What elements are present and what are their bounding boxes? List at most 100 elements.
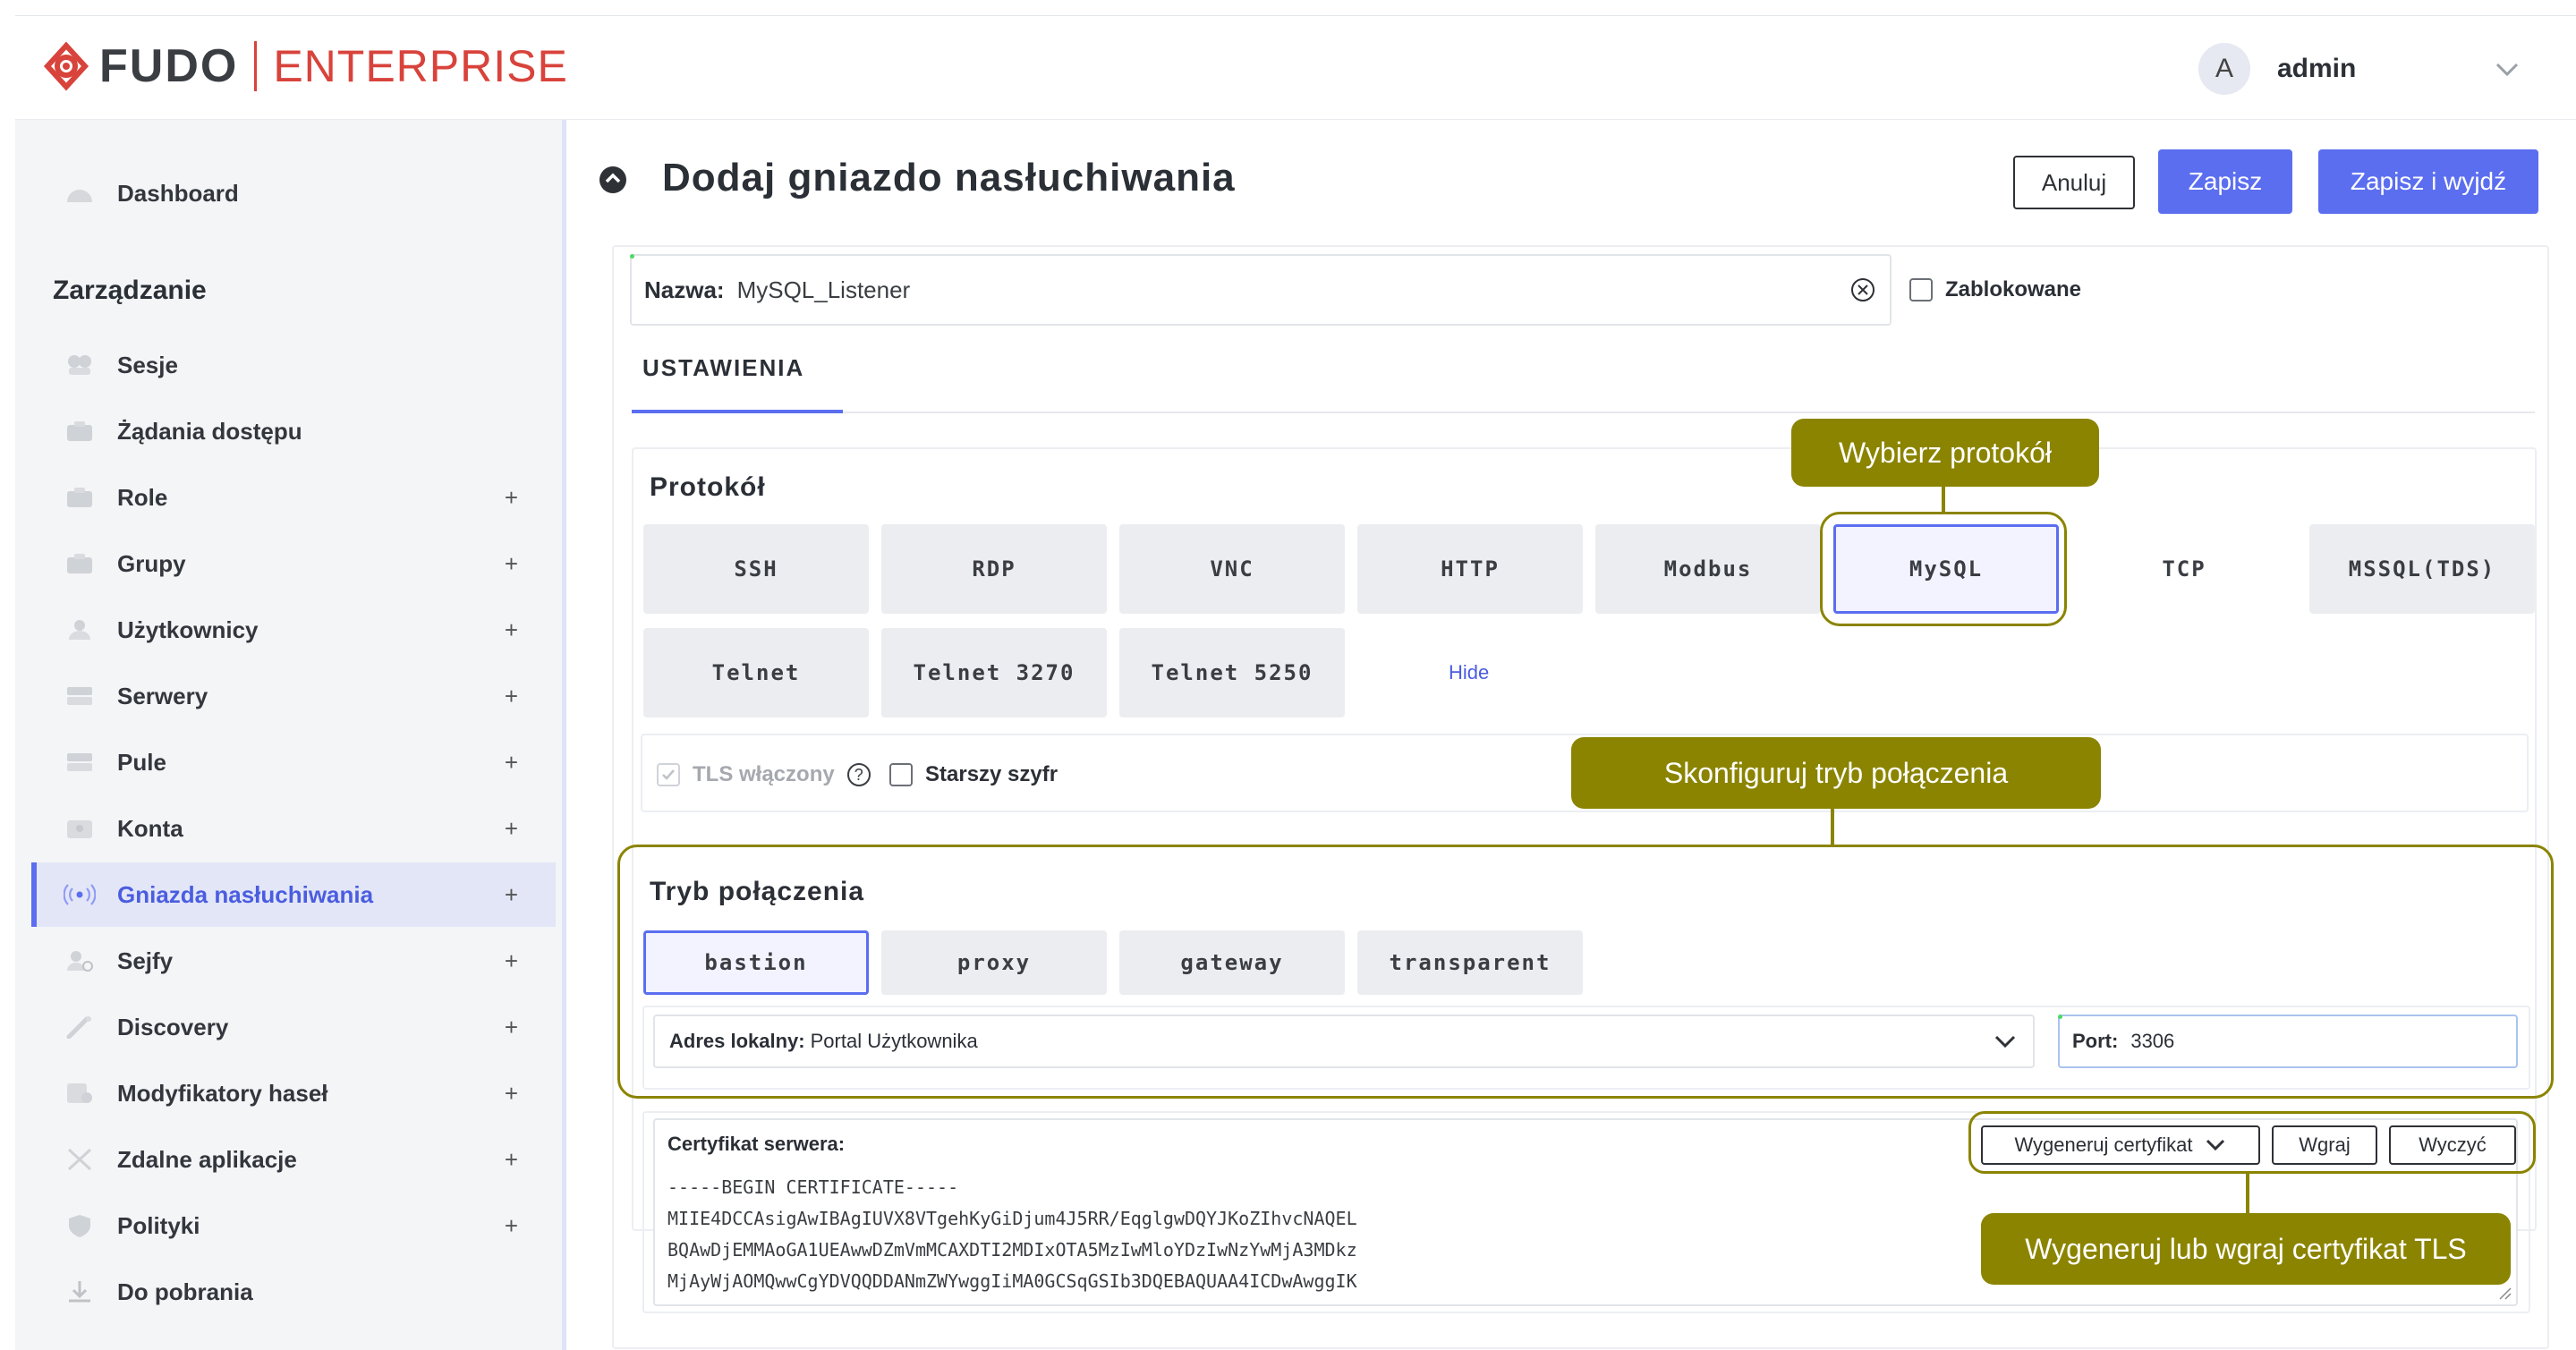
help-icon[interactable]: ?: [846, 763, 871, 786]
access-requests-icon: [62, 417, 98, 446]
add-icon[interactable]: +: [505, 1014, 518, 1041]
name-input[interactable]: MySQL_Listener: [737, 276, 1849, 304]
sidebar-item-label: Gniazda nasłuchiwania: [117, 880, 374, 908]
blocked-label: Zablokowane: [1945, 277, 2082, 301]
users-icon: [62, 616, 98, 644]
sidebar-section-title: Zarządzanie: [53, 276, 207, 305]
sidebar-item-konta[interactable]: Konta +: [31, 796, 556, 861]
save-and-exit-button[interactable]: Zapisz i wyjdź: [2318, 149, 2538, 214]
user-menu[interactable]: A admin: [2198, 43, 2522, 95]
protocol-telnet-3270[interactable]: Telnet 3270: [881, 628, 1107, 717]
protocol-tcp[interactable]: TCP: [2071, 524, 2297, 614]
add-icon[interactable]: +: [505, 1146, 518, 1174]
sidebar-item-sesje[interactable]: Sesje: [31, 333, 556, 397]
blocked-option[interactable]: Zablokowane: [1909, 277, 2081, 302]
back-icon[interactable]: [598, 165, 628, 195]
sidebar-item-serwery[interactable]: Serwery +: [31, 664, 556, 728]
sidebar-item-polityki[interactable]: Polityki +: [31, 1193, 556, 1258]
download-icon: [62, 1278, 98, 1306]
sidebar: Dashboard Zarządzanie Sesje Żądania dost…: [15, 120, 566, 1350]
add-icon[interactable]: +: [505, 484, 518, 512]
resize-handle-icon[interactable]: [2496, 1285, 2512, 1301]
sidebar-item-label: Modyfikatory haseł: [117, 1079, 328, 1107]
protocol-telnet[interactable]: Telnet: [643, 628, 869, 717]
sidebar-item-label: Konta: [117, 814, 183, 842]
tls-enabled-option[interactable]: TLS włączony ?: [657, 762, 871, 787]
sidebar-item-label: Żądania dostępu: [117, 417, 302, 445]
roles-icon: [62, 483, 98, 512]
logo-fudo-text: FUDO: [99, 40, 239, 92]
logo-enterprise-text: ENTERPRISE: [273, 41, 568, 91]
top-bar: FUDO ENTERPRISE A admin: [15, 16, 2576, 120]
vaults-icon: [62, 947, 98, 975]
logo[interactable]: FUDO ENTERPRISE: [40, 39, 568, 93]
app-window: FUDO ENTERPRISE A admin Dashboard Zarząd…: [15, 15, 2576, 1350]
sidebar-item-label: Pule: [117, 748, 166, 776]
sidebar-item-pule[interactable]: Pule +: [31, 730, 556, 794]
sidebar-item-zadania[interactable]: Żądania dostępu: [31, 399, 556, 463]
add-icon[interactable]: +: [505, 881, 518, 909]
add-icon[interactable]: +: [505, 947, 518, 975]
chevron-down-icon[interactable]: [2492, 54, 2522, 84]
tab-divider: [632, 412, 2535, 413]
sidebar-item-discovery[interactable]: Discovery +: [31, 995, 556, 1059]
add-icon[interactable]: +: [505, 1080, 518, 1108]
sidebar-item-label: Dashboard: [117, 179, 239, 207]
add-icon[interactable]: +: [505, 815, 518, 843]
certificate-line: MIIE4DCCAsigAwIBAgIUVX8VTgehKyGiDjum4J5R…: [667, 1208, 1357, 1229]
sidebar-item-label: Użytkownicy: [117, 616, 259, 643]
legacy-cipher-option[interactable]: Starszy szyfr: [889, 762, 1058, 787]
avatar[interactable]: A: [2198, 43, 2250, 95]
required-marker: [630, 254, 634, 259]
highlight-connection-mode: [617, 845, 2554, 1099]
certificate-line: BQAwDjEMMAoGA1UEAwwDZmVmMCAXDTI2MDIxOTA5…: [667, 1239, 1357, 1261]
sidebar-item-label: Discovery: [117, 1013, 229, 1040]
add-icon[interactable]: +: [505, 550, 518, 578]
sidebar-item-modyfikatory[interactable]: Modyfikatory haseł +: [31, 1061, 556, 1125]
sidebar-item-uzytkownicy[interactable]: Użytkownicy +: [31, 598, 556, 662]
certificate-content[interactable]: -----BEGIN CERTIFICATE----- MIIE4DCCAsigA…: [667, 1172, 1357, 1297]
sidebar-item-label: Do pobrania: [117, 1278, 253, 1305]
protocol-telnet-5250[interactable]: Telnet 5250: [1119, 628, 1345, 717]
tab-settings[interactable]: USTAWIENIA: [642, 354, 804, 382]
protocol-http[interactable]: HTTP: [1357, 524, 1583, 614]
tls-enabled-checkbox[interactable]: [657, 763, 680, 786]
add-icon[interactable]: +: [505, 616, 518, 644]
hide-protocols-link[interactable]: Hide: [1449, 661, 1489, 684]
user-name[interactable]: admin: [2277, 54, 2492, 84]
cancel-button[interactable]: Anuluj: [2013, 156, 2135, 209]
tls-enabled-label: TLS włączony: [693, 762, 835, 786]
legacy-cipher-checkbox[interactable]: [889, 763, 913, 786]
sidebar-item-role[interactable]: Role +: [31, 465, 556, 530]
accounts-icon: [62, 814, 98, 843]
add-icon[interactable]: +: [505, 683, 518, 710]
certificate-label: Certyfikat serwera:: [667, 1133, 846, 1155]
sidebar-item-dashboard[interactable]: Dashboard: [31, 161, 556, 225]
blocked-checkbox[interactable]: [1909, 278, 1933, 301]
groups-icon: [62, 549, 98, 578]
protocol-rdp[interactable]: RDP: [881, 524, 1107, 614]
sidebar-item-do-pobrania[interactable]: Do pobrania: [31, 1260, 556, 1324]
sidebar-item-sejfy[interactable]: Sejfy +: [31, 929, 556, 993]
legacy-cipher-label: Starszy szyfr: [925, 762, 1058, 786]
highlight-certificate-buttons: [1968, 1111, 2536, 1174]
protocol-mssql[interactable]: MSSQL(TDS): [2309, 524, 2535, 614]
sidebar-item-grupy[interactable]: Grupy +: [31, 531, 556, 596]
sidebar-item-zdalne-aplikacje[interactable]: Zdalne aplikacje +: [31, 1127, 556, 1192]
protocol-ssh[interactable]: SSH: [643, 524, 869, 614]
clear-icon[interactable]: [1849, 276, 1877, 304]
sessions-icon: [62, 351, 98, 379]
save-button[interactable]: Zapisz: [2158, 149, 2292, 214]
add-icon[interactable]: +: [505, 749, 518, 777]
protocol-vnc[interactable]: VNC: [1119, 524, 1345, 614]
add-icon[interactable]: +: [505, 1212, 518, 1240]
sidebar-item-gniazda[interactable]: Gniazda nasłuchiwania +: [31, 862, 556, 927]
name-field[interactable]: Nazwa: MySQL_Listener: [630, 254, 1892, 326]
certificate-line: MjAyWjAOMQwwCgYDVQQDDANmZWYwggIiMA0GCSqG…: [667, 1270, 1357, 1292]
fudo-logo-icon: [43, 41, 89, 91]
highlight-protocol: [1820, 512, 2067, 626]
protocol-modbus[interactable]: Modbus: [1595, 524, 1821, 614]
sidebar-item-label: Role: [117, 483, 168, 511]
pools-icon: [62, 748, 98, 777]
listener-icon: [62, 880, 98, 909]
